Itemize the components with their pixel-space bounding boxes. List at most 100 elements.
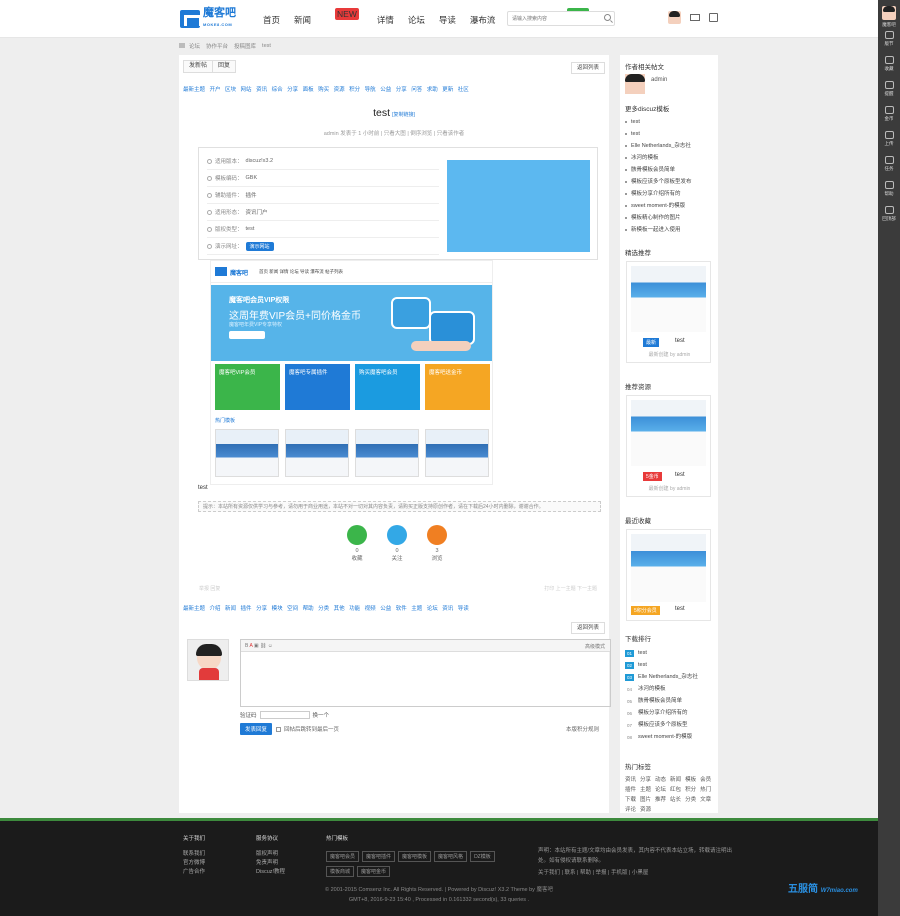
mail-icon[interactable]	[690, 14, 700, 21]
rank-item[interactable]: 05 骸骨模板会员简单	[625, 695, 698, 707]
category-link[interactable]: 插件	[241, 604, 252, 612]
tag-link[interactable]: 红包	[670, 787, 681, 793]
category-link[interactable]: 主题	[411, 604, 422, 612]
rightbar-item-8[interactable]: 回顶部	[878, 206, 900, 222]
search-input[interactable]	[508, 12, 598, 25]
more-item-label[interactable]: 骸骨模板会员简单	[631, 164, 675, 176]
breadcrumb-item[interactable]: 投稿图库	[234, 42, 256, 50]
rank-label[interactable]: test	[638, 647, 647, 659]
nav-item-5[interactable]: 瀑布流	[470, 14, 496, 26]
nav-item-1[interactable]: 新闻 NEW	[294, 8, 363, 26]
category-link[interactable]: 资讯	[442, 604, 453, 612]
category-link[interactable]: 公益	[380, 604, 391, 612]
category-link[interactable]: 社区	[458, 85, 469, 93]
footer-tag-button[interactable]: 魔客吧会员	[326, 851, 360, 862]
rightbar-item-6[interactable]: 任务	[878, 156, 900, 172]
rightbar-item-5[interactable]: 上传	[878, 131, 900, 147]
site-logo[interactable]: 魔客吧 MOKE8.COM	[180, 8, 236, 30]
eye-icon[interactable]	[427, 525, 447, 545]
category-link[interactable]: 求助	[427, 85, 438, 93]
change-code-link[interactable]: 换一个	[313, 711, 330, 719]
breadcrumb-item[interactable]: 论坛	[189, 42, 200, 50]
footer-tag-button[interactable]: 魔客吧风格	[434, 851, 468, 862]
author-avatar[interactable]	[625, 74, 645, 94]
category-link[interactable]: 开户	[210, 85, 221, 93]
footer-tag-button[interactable]: 魔客吧金币	[357, 866, 391, 877]
jump-last-checkbox[interactable]	[276, 726, 282, 732]
rightbar-item-0[interactable]: 魔客吧	[878, 6, 900, 28]
rank-label[interactable]: sweet moment-的模版	[638, 731, 692, 743]
tag-link[interactable]: 会员	[700, 777, 711, 783]
category-link[interactable]: 帮助	[303, 604, 314, 612]
category-link[interactable]: 区块	[225, 85, 236, 93]
rightbar-item-1[interactable]: 版节	[878, 31, 900, 47]
category-link[interactable]: 分享	[256, 604, 267, 612]
tag-link[interactable]: 资源	[640, 807, 651, 813]
rightbar-item-2[interactable]: 收藏	[878, 56, 900, 72]
category-link[interactable]: 更新	[442, 85, 453, 93]
category-link[interactable]: 网站	[241, 85, 252, 93]
category-link[interactable]: 资讯	[256, 85, 267, 93]
category-link[interactable]: 面板	[303, 85, 314, 93]
category-link[interactable]: 综合	[272, 85, 283, 93]
category-link[interactable]: 介绍	[210, 604, 221, 612]
reply-button[interactable]: 回复	[212, 60, 237, 73]
footer-tag-button[interactable]: 魔客吧模板	[398, 851, 432, 862]
recommend-card[interactable]: 5金币 test 最新创建 by admin	[626, 395, 711, 497]
back-to-list-button[interactable]: 返回列表	[570, 62, 605, 74]
rank-label[interactable]: 模板分享介绍所有的	[638, 707, 688, 719]
category-link[interactable]: 公益	[380, 85, 391, 93]
category-link[interactable]: 论坛	[427, 604, 438, 612]
more-item[interactable]: sweet moment-的模版	[625, 200, 692, 212]
footer-link[interactable]: 免责声明	[256, 859, 285, 868]
copy-link[interactable]: [复制链接]	[392, 112, 415, 118]
rightbar-item-7[interactable]: 帮助	[878, 181, 900, 197]
rank-label[interactable]: 冰河的模板	[638, 683, 666, 695]
rank-item[interactable]: 03 Elle Netherlands_杂志社	[625, 671, 698, 683]
category-link[interactable]: 视频	[365, 604, 376, 612]
category-link[interactable]: 模块	[272, 604, 283, 612]
back-to-list-button-bottom[interactable]: 返回列表	[570, 622, 605, 634]
more-item[interactable]: 冰河的模板	[625, 152, 692, 164]
rank-item[interactable]: 06 模板分享介绍所有的	[625, 707, 698, 719]
more-item[interactable]: 骸骨模板会员简单	[625, 164, 692, 176]
reply-editor[interactable]: B A ▣ ⛓ ☺ 高级模式	[240, 639, 611, 707]
tag-link[interactable]: 模板	[685, 777, 696, 783]
nav-item-2[interactable]: 详情	[377, 14, 394, 26]
emoji-icon[interactable]: ☺	[268, 643, 273, 649]
nav-item-4[interactable]: 导读	[439, 14, 456, 26]
category-link[interactable]: 积分	[349, 85, 360, 93]
more-item[interactable]: 模板应该多个原板型发布	[625, 176, 692, 188]
rank-label[interactable]: 骸骨模板会员简单	[638, 695, 682, 707]
more-item[interactable]: 新模板一起进入使用	[625, 224, 692, 236]
tag-link[interactable]: 站长	[670, 797, 681, 803]
advanced-mode-link[interactable]: 高级模式	[585, 643, 605, 650]
tag-link[interactable]: 动态	[655, 777, 666, 783]
submit-reply-button[interactable]: 发表回复	[240, 723, 273, 735]
demo-site-button[interactable]: 演示网站	[245, 241, 274, 251]
hot-card[interactable]: 最新 test 最新创建 by admin	[626, 261, 711, 363]
category-link[interactable]: 资源	[334, 85, 345, 93]
more-item-label[interactable]: test	[631, 116, 640, 128]
more-item[interactable]: Elle Netherlands_杂志社	[625, 140, 692, 152]
tag-link[interactable]: 文章	[700, 797, 711, 803]
tag-link[interactable]: 推荐	[655, 797, 666, 803]
search-icon[interactable]	[604, 14, 611, 21]
footer-link[interactable]: 版权声明	[256, 850, 285, 859]
more-item-label[interactable]: test	[631, 128, 640, 140]
category-link[interactable]: 导读	[458, 604, 469, 612]
footer-link[interactable]: 官方微博	[183, 859, 205, 868]
rank-label[interactable]: test	[638, 659, 647, 671]
nav-item-0[interactable]: 首页	[263, 14, 280, 26]
category-link[interactable]: 最新主题	[183, 604, 205, 612]
rank-label[interactable]: 模板应该多个原板型	[638, 719, 688, 731]
footer-bottom-links[interactable]: 关于我们 | 联系 | 帮助 | 举报 | 手机版 | 小黑屋	[538, 868, 738, 878]
tag-link[interactable]: 分享	[640, 777, 651, 783]
star-icon[interactable]	[347, 525, 367, 545]
rank-item[interactable]: 04 冰河的模板	[625, 683, 698, 695]
action-0[interactable]: 0 收藏	[337, 525, 377, 562]
tag-link[interactable]: 论坛	[655, 787, 666, 793]
more-item-label[interactable]: 模板精心制作的图片	[631, 212, 681, 224]
footer-link[interactable]: 广告合作	[183, 868, 205, 877]
new-thread-button[interactable]: 发新帖	[183, 60, 214, 73]
